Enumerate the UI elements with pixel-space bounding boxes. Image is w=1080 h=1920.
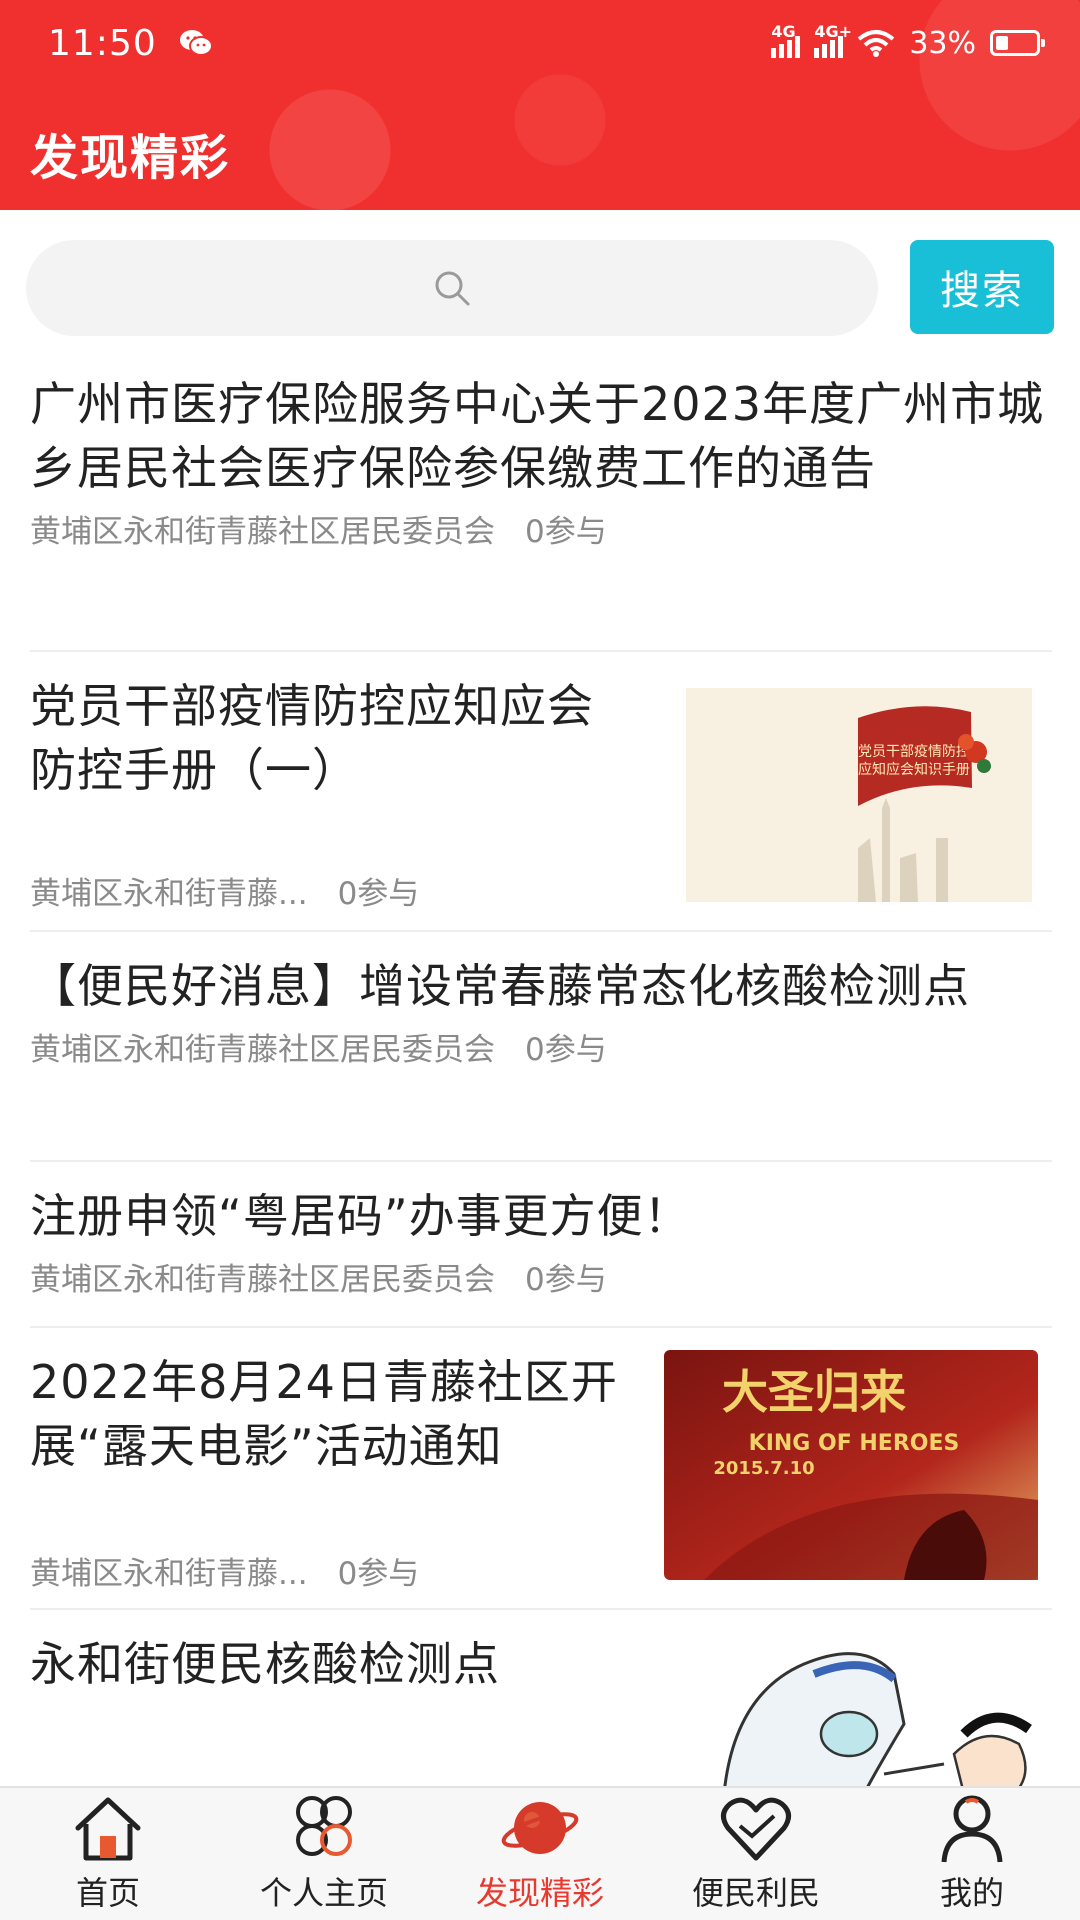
clover-icon [296,1796,352,1856]
item-participants: 0参与 [337,1556,420,1592]
list-item[interactable]: 2022年8月24日青藤社区开展“露天电影”活动通知 黄埔区永和街青藤... 0参… [30,1328,1052,1610]
item-title: 【便民好消息】增设常春藤常态化核酸检测点 [30,959,970,1013]
tab-services[interactable]: 便民利民 [648,1788,864,1920]
wechat-icon [179,30,213,56]
signal-icon: 4G [771,22,801,58]
app-header: 11:50 4G 4G+ 33% 发现精彩 [0,0,1080,210]
item-meta: 黄埔区永和街青藤... 0参与 [30,868,419,913]
item-source: 黄埔区永和街青藤... [30,876,308,912]
list-item[interactable]: 永和街便民核酸检测点 [30,1610,1052,1810]
tab-label: 便民利民 [691,1874,820,1912]
signal-icon: 4G+ [814,22,852,58]
page-title: 发现精彩 [30,130,231,186]
user-icon [941,1795,1003,1863]
item-participants: 0参与 [525,1032,607,1068]
thumb-text: 2015.7.10 [713,1458,814,1479]
item-thumbnail: 党员干部疫情防控 应知应会知识手册 [686,688,1032,902]
item-source: 黄埔区永和街青藤... [30,1556,308,1592]
tab-label: 首页 [75,1874,140,1912]
item-meta: 黄埔区永和街青藤... 0参与 [30,1548,419,1593]
tab-discover[interactable]: 发现精彩 [432,1788,648,1920]
tab-profile[interactable]: 个人主页 [216,1788,432,1920]
list-item[interactable]: 注册申领“粤居码”办事更方便！ 黄埔区永和街青藤社区居民委员会 0参与 [30,1162,1052,1328]
search-bar: 搜索 [0,238,1080,338]
tab-label: 个人主页 [259,1874,388,1912]
tab-label: 我的 [939,1874,1004,1912]
heart-icon [721,1797,791,1861]
search-icon [435,271,470,306]
item-thumbnail [664,1634,1038,1794]
thumb-text: 党员干部疫情防控 [858,744,970,760]
status-bar: 11:50 4G 4G+ 33% [0,0,1080,86]
home-icon [75,1797,141,1861]
search-button[interactable]: 搜索 [910,240,1054,334]
item-participants: 0参与 [525,1262,607,1298]
item-meta: 黄埔区永和街青藤社区居民委员会 0参与 [30,506,1052,551]
item-source: 黄埔区永和街青藤社区居民委员会 [30,1262,495,1298]
item-title: 2022年8月24日青藤社区开展“露天电影”活动通知 [30,1355,618,1473]
bottom-tab-bar: 首页 个人主页 发现精彩 便民利民 我的 [0,1786,1080,1920]
battery-percent: 33% [909,25,976,61]
status-time: 11:50 [48,22,157,64]
thumb-text: KING OF HEROES [749,1431,960,1456]
item-thumbnail: 大圣归来 KING OF HEROES 2015.7.10 [664,1350,1038,1580]
item-source: 黄埔区永和街青藤社区居民委员会 [30,514,495,550]
item-title: 永和街便民核酸检测点 [30,1637,500,1691]
tab-label: 发现精彩 [475,1874,604,1912]
item-title: 党员干部疫情防控应知应会防控手册（一） [30,679,594,797]
item-meta: 黄埔区永和街青藤社区居民委员会 0参与 [30,1024,1052,1069]
search-input[interactable] [26,240,878,336]
list-item[interactable]: 广州市医疗保险服务中心关于2023年度广州市城乡居民社会医疗保险参保缴费工作的通… [30,372,1052,652]
wifi-icon [858,30,895,57]
item-meta: 黄埔区永和街青藤社区居民委员会 0参与 [30,1254,1052,1299]
battery-icon [990,30,1045,56]
item-title: 注册申领“粤居码”办事更方便！ [30,1189,691,1243]
list-item[interactable]: 党员干部疫情防控应知应会防控手册（一） 黄埔区永和街青藤... 0参与 党员干部疫… [30,652,1052,932]
tab-home[interactable]: 首页 [0,1788,216,1920]
item-participants: 0参与 [525,514,607,550]
thumb-text: 大圣归来 [722,1365,906,1419]
article-list: 广州市医疗保险服务中心关于2023年度广州市城乡居民社会医疗保险参保缴费工作的通… [30,372,1052,1810]
list-item[interactable]: 【便民好消息】增设常春藤常态化核酸检测点 黄埔区永和街青藤社区居民委员会 0参与 [30,932,1052,1162]
planet-icon [501,1802,579,1854]
thumb-text: 应知应会知识手册 [858,761,970,778]
tab-me[interactable]: 我的 [864,1788,1080,1920]
item-title: 广州市医疗保险服务中心关于2023年度广州市城乡居民社会医疗保险参保缴费工作的通… [30,377,1045,495]
item-participants: 0参与 [337,876,420,912]
item-source: 黄埔区永和街青藤社区居民委员会 [30,1032,495,1068]
